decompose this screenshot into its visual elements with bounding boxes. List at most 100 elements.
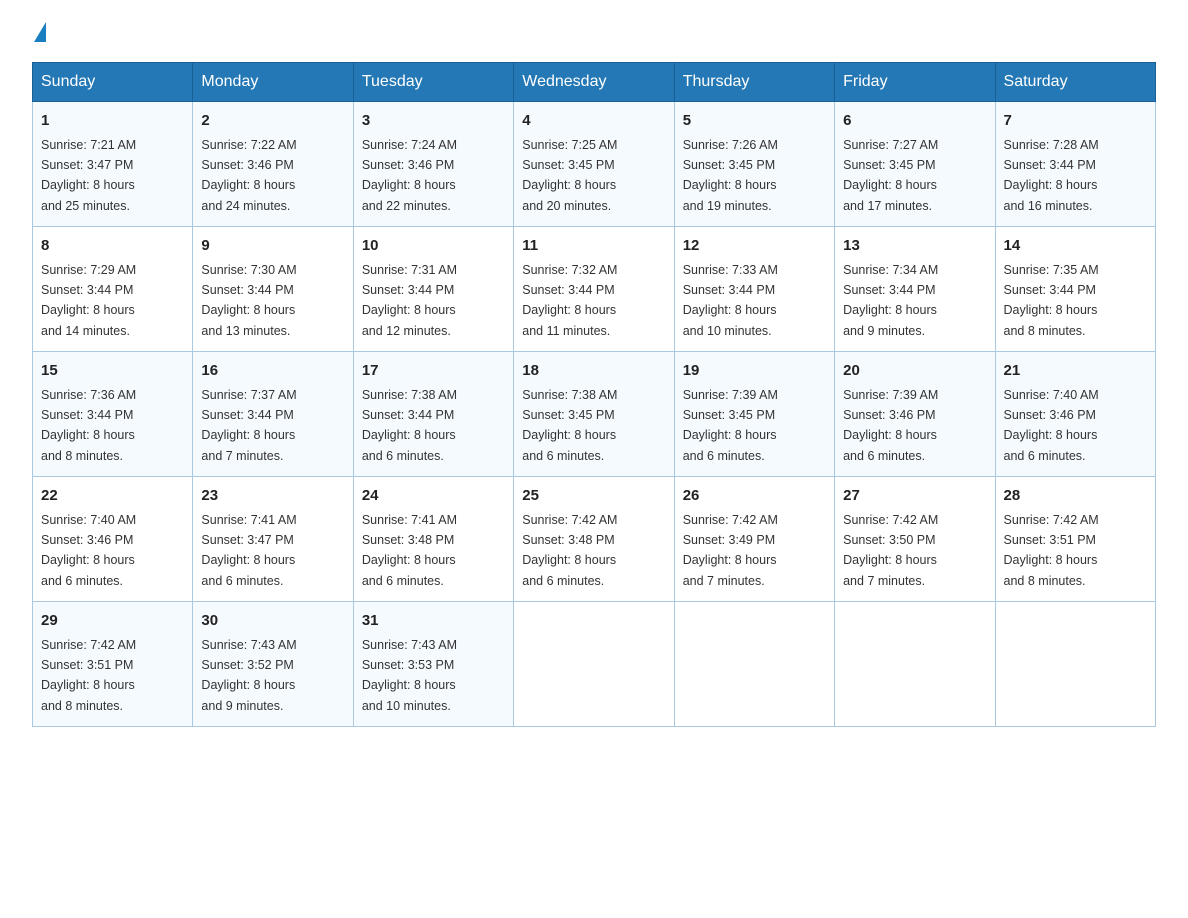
day-cell: 5 Sunrise: 7:26 AMSunset: 3:45 PMDaylight… [674,102,834,227]
day-cell: 31 Sunrise: 7:43 AMSunset: 3:53 PMDayligh… [353,602,513,727]
day-info: Sunrise: 7:41 AMSunset: 3:47 PMDaylight:… [201,513,296,588]
day-number: 31 [362,610,505,633]
column-header-thursday: Thursday [674,63,834,102]
day-info: Sunrise: 7:40 AMSunset: 3:46 PMDaylight:… [41,513,136,588]
day-info: Sunrise: 7:26 AMSunset: 3:45 PMDaylight:… [683,138,778,213]
day-info: Sunrise: 7:41 AMSunset: 3:48 PMDaylight:… [362,513,457,588]
day-cell: 15 Sunrise: 7:36 AMSunset: 3:44 PMDayligh… [33,352,193,477]
day-cell: 17Sunrise: 7:38 AMSunset: 3:44 PMDayligh… [353,352,513,477]
day-number: 11 [522,235,665,258]
day-info: Sunrise: 7:40 AMSunset: 3:46 PMDaylight:… [1004,388,1099,463]
day-cell: 26 Sunrise: 7:42 AMSunset: 3:49 PMDayligh… [674,477,834,602]
day-number: 25 [522,485,665,508]
day-info: Sunrise: 7:43 AMSunset: 3:52 PMDaylight:… [201,638,296,713]
day-cell: 1 Sunrise: 7:21 AMSunset: 3:47 PMDaylight… [33,102,193,227]
day-info: Sunrise: 7:31 AMSunset: 3:44 PMDaylight:… [362,263,457,338]
day-cell: 8Sunrise: 7:29 AMSunset: 3:44 PMDaylight… [33,227,193,352]
day-cell: 18 Sunrise: 7:38 AMSunset: 3:45 PMDayligh… [514,352,674,477]
column-header-saturday: Saturday [995,63,1155,102]
day-cell: 27 Sunrise: 7:42 AMSunset: 3:50 PMDayligh… [835,477,995,602]
day-number: 3 [362,110,505,133]
day-info: Sunrise: 7:25 AMSunset: 3:45 PMDaylight:… [522,138,617,213]
day-cell: 6 Sunrise: 7:27 AMSunset: 3:45 PMDaylight… [835,102,995,227]
day-info: Sunrise: 7:38 AMSunset: 3:44 PMDaylight:… [362,388,457,463]
day-info: Sunrise: 7:43 AMSunset: 3:53 PMDaylight:… [362,638,457,713]
day-number: 12 [683,235,826,258]
week-row-5: 29 Sunrise: 7:42 AMSunset: 3:51 PMDayligh… [33,602,1156,727]
day-cell: 4 Sunrise: 7:25 AMSunset: 3:45 PMDaylight… [514,102,674,227]
column-header-wednesday: Wednesday [514,63,674,102]
day-number: 19 [683,360,826,383]
day-number: 5 [683,110,826,133]
day-number: 6 [843,110,986,133]
day-number: 26 [683,485,826,508]
day-info: Sunrise: 7:39 AMSunset: 3:45 PMDaylight:… [683,388,778,463]
day-number: 20 [843,360,986,383]
day-cell: 13Sunrise: 7:34 AMSunset: 3:44 PMDayligh… [835,227,995,352]
day-number: 21 [1004,360,1147,383]
day-number: 1 [41,110,184,133]
day-cell: 20Sunrise: 7:39 AMSunset: 3:46 PMDayligh… [835,352,995,477]
day-number: 18 [522,360,665,383]
day-info: Sunrise: 7:35 AMSunset: 3:44 PMDaylight:… [1004,263,1099,338]
day-info: Sunrise: 7:30 AMSunset: 3:44 PMDaylight:… [201,263,296,338]
day-info: Sunrise: 7:42 AMSunset: 3:51 PMDaylight:… [41,638,136,713]
day-number: 29 [41,610,184,633]
day-info: Sunrise: 7:21 AMSunset: 3:47 PMDaylight:… [41,138,136,213]
calendar-body: 1 Sunrise: 7:21 AMSunset: 3:47 PMDaylight… [33,102,1156,727]
day-cell: 21 Sunrise: 7:40 AMSunset: 3:46 PMDayligh… [995,352,1155,477]
header-row: SundayMondayTuesdayWednesdayThursdayFrid… [33,63,1156,102]
day-cell [514,602,674,727]
day-cell: 30Sunrise: 7:43 AMSunset: 3:52 PMDayligh… [193,602,353,727]
day-cell: 25 Sunrise: 7:42 AMSunset: 3:48 PMDayligh… [514,477,674,602]
day-number: 7 [1004,110,1147,133]
day-number: 27 [843,485,986,508]
column-header-tuesday: Tuesday [353,63,513,102]
day-info: Sunrise: 7:42 AMSunset: 3:48 PMDaylight:… [522,513,617,588]
day-number: 22 [41,485,184,508]
day-cell: 23 Sunrise: 7:41 AMSunset: 3:47 PMDayligh… [193,477,353,602]
day-cell: 7 Sunrise: 7:28 AMSunset: 3:44 PMDaylight… [995,102,1155,227]
day-number: 4 [522,110,665,133]
logo [32,24,46,44]
day-info: Sunrise: 7:42 AMSunset: 3:51 PMDaylight:… [1004,513,1099,588]
day-info: Sunrise: 7:42 AMSunset: 3:49 PMDaylight:… [683,513,778,588]
day-info: Sunrise: 7:22 AMSunset: 3:46 PMDaylight:… [201,138,296,213]
day-info: Sunrise: 7:33 AMSunset: 3:44 PMDaylight:… [683,263,778,338]
day-cell: 16 Sunrise: 7:37 AMSunset: 3:44 PMDayligh… [193,352,353,477]
day-cell: 2 Sunrise: 7:22 AMSunset: 3:46 PMDaylight… [193,102,353,227]
logo-triangle-icon [34,22,46,42]
day-info: Sunrise: 7:36 AMSunset: 3:44 PMDaylight:… [41,388,136,463]
day-number: 2 [201,110,344,133]
day-info: Sunrise: 7:37 AMSunset: 3:44 PMDaylight:… [201,388,296,463]
day-number: 23 [201,485,344,508]
day-cell: 22 Sunrise: 7:40 AMSunset: 3:46 PMDayligh… [33,477,193,602]
day-info: Sunrise: 7:42 AMSunset: 3:50 PMDaylight:… [843,513,938,588]
day-info: Sunrise: 7:32 AMSunset: 3:44 PMDaylight:… [522,263,617,338]
day-number: 9 [201,235,344,258]
day-info: Sunrise: 7:29 AMSunset: 3:44 PMDaylight:… [41,263,136,338]
day-number: 15 [41,360,184,383]
week-row-3: 15 Sunrise: 7:36 AMSunset: 3:44 PMDayligh… [33,352,1156,477]
day-info: Sunrise: 7:27 AMSunset: 3:45 PMDaylight:… [843,138,938,213]
day-number: 10 [362,235,505,258]
page-header [32,24,1156,44]
day-cell: 24 Sunrise: 7:41 AMSunset: 3:48 PMDayligh… [353,477,513,602]
week-row-1: 1 Sunrise: 7:21 AMSunset: 3:47 PMDaylight… [33,102,1156,227]
day-number: 16 [201,360,344,383]
column-header-friday: Friday [835,63,995,102]
calendar-table: SundayMondayTuesdayWednesdayThursdayFrid… [32,62,1156,727]
day-number: 28 [1004,485,1147,508]
day-info: Sunrise: 7:38 AMSunset: 3:45 PMDaylight:… [522,388,617,463]
day-info: Sunrise: 7:28 AMSunset: 3:44 PMDaylight:… [1004,138,1099,213]
week-row-4: 22 Sunrise: 7:40 AMSunset: 3:46 PMDayligh… [33,477,1156,602]
column-header-monday: Monday [193,63,353,102]
day-number: 14 [1004,235,1147,258]
column-header-sunday: Sunday [33,63,193,102]
day-cell [995,602,1155,727]
day-info: Sunrise: 7:24 AMSunset: 3:46 PMDaylight:… [362,138,457,213]
day-cell: 10 Sunrise: 7:31 AMSunset: 3:44 PMDayligh… [353,227,513,352]
day-cell: 14 Sunrise: 7:35 AMSunset: 3:44 PMDayligh… [995,227,1155,352]
day-cell: 3 Sunrise: 7:24 AMSunset: 3:46 PMDaylight… [353,102,513,227]
day-number: 24 [362,485,505,508]
